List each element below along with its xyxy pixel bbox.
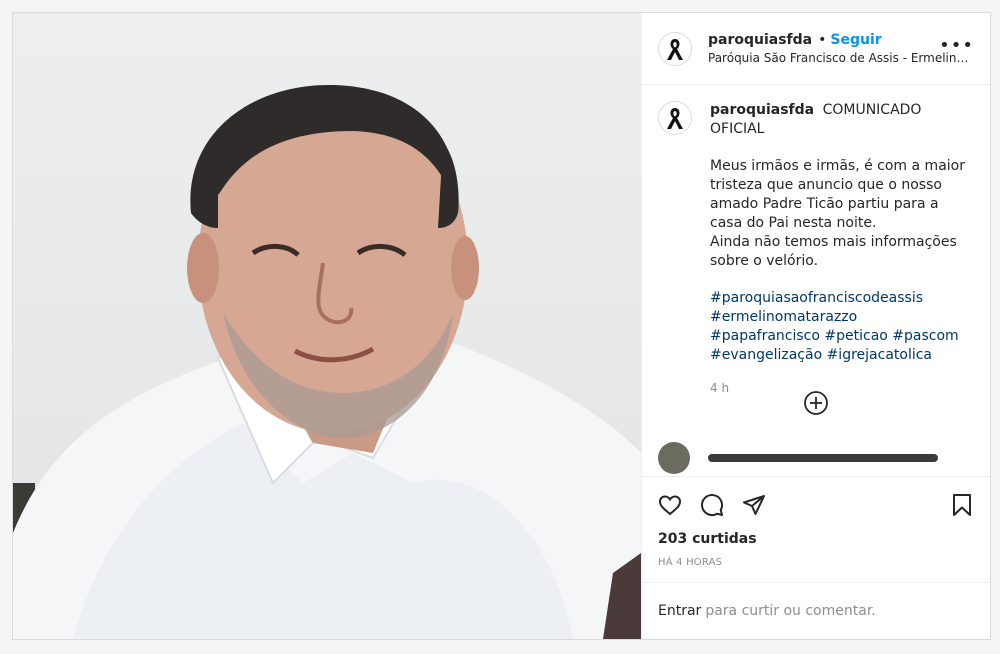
caption-username[interactable]: paroquiasfda bbox=[710, 102, 814, 118]
caption: paroquiasfda COMUNICADO OFICIAL Meus irm… bbox=[658, 101, 974, 398]
comment-prompt: para curtir ou comentar. bbox=[705, 603, 876, 619]
separator-dot: • bbox=[818, 32, 827, 48]
action-icons bbox=[658, 485, 974, 525]
mourning-ribbon-icon bbox=[667, 38, 683, 60]
post-header: paroquiasfda • Seguir Paróquia São Franc… bbox=[642, 13, 990, 85]
login-link[interactable]: Entrar bbox=[658, 603, 701, 619]
like-button[interactable] bbox=[658, 493, 682, 517]
follow-button[interactable]: Seguir bbox=[830, 32, 881, 48]
header-text: paroquiasfda • Seguir Paróquia São Franc… bbox=[708, 32, 974, 65]
plus-circle-icon bbox=[804, 391, 828, 415]
comment-box: Entrar para curtir ou comentar. bbox=[642, 582, 990, 639]
hashtags[interactable]: #paroquiasaofranciscodeassis #ermelinoma… bbox=[710, 289, 970, 365]
comment-avatar[interactable] bbox=[658, 442, 690, 474]
caption-avatar[interactable] bbox=[658, 101, 692, 135]
more-options-icon[interactable]: ••• bbox=[939, 37, 974, 55]
share-button[interactable] bbox=[742, 493, 766, 517]
instagram-post: paroquiasfda • Seguir Paróquia São Franc… bbox=[12, 12, 991, 640]
caption-body: paroquiasfda COMUNICADO OFICIAL Meus irm… bbox=[710, 101, 970, 398]
likes-count[interactable]: 203 curtidas bbox=[658, 531, 974, 547]
save-button[interactable] bbox=[950, 493, 974, 517]
username-link[interactable]: paroquiasfda bbox=[708, 32, 812, 48]
next-comment-peek bbox=[658, 442, 938, 474]
caption-header: paroquiasfda COMUNICADO OFICIAL bbox=[710, 101, 970, 139]
caption-line: Ainda não temos mais informações sobre o… bbox=[710, 234, 957, 269]
portrait-illustration bbox=[13, 84, 641, 639]
comment-text-cutoff bbox=[708, 454, 938, 462]
caption-text: Meus irmãos e irmãs, é com a maior trist… bbox=[710, 157, 970, 271]
post-timestamp[interactable]: HÁ 4 HORAS bbox=[658, 557, 974, 568]
post-actions: 203 curtidas HÁ 4 HORAS bbox=[642, 476, 990, 582]
paper-plane-icon bbox=[743, 495, 765, 515]
comments-area: paroquiasfda COMUNICADO OFICIAL Meus irm… bbox=[642, 85, 990, 476]
comment-bubble-icon bbox=[701, 494, 724, 517]
post-photo[interactable] bbox=[13, 13, 641, 639]
caption-time: 4 h bbox=[710, 381, 730, 395]
comment-button[interactable] bbox=[700, 493, 724, 517]
post-sidebar: paroquiasfda • Seguir Paróquia São Franc… bbox=[641, 13, 990, 639]
caption-line: Meus irmãos e irmãs, é com a maior trist… bbox=[710, 158, 965, 231]
header-row: paroquiasfda • Seguir bbox=[708, 32, 974, 48]
heart-icon bbox=[658, 495, 682, 516]
profile-avatar[interactable] bbox=[658, 31, 692, 66]
mourning-ribbon-icon bbox=[667, 108, 683, 129]
location-link[interactable]: Paróquia São Francisco de Assis - Ermeli… bbox=[708, 51, 970, 65]
bookmark-icon bbox=[953, 494, 971, 516]
load-more-comments-button[interactable] bbox=[803, 390, 829, 416]
